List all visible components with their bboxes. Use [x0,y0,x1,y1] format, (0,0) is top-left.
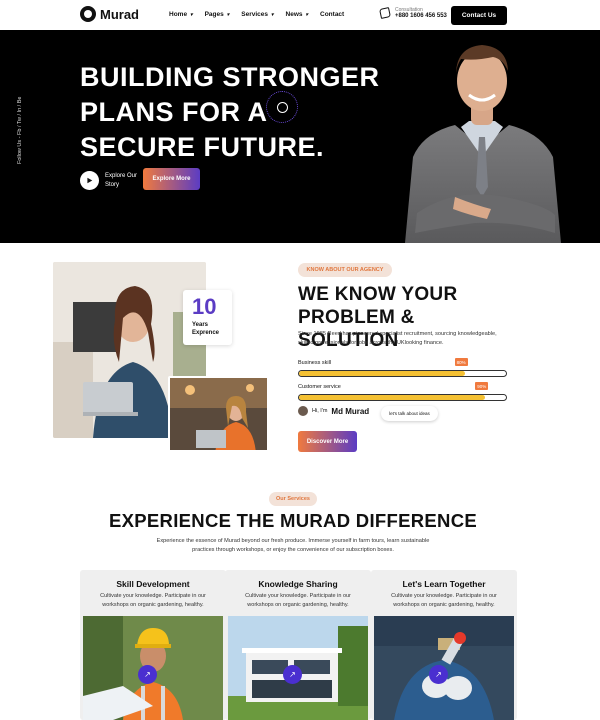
menu-item-services[interactable]: Services ▾ [241,11,273,18]
chevron-down-icon: ▾ [305,11,309,18]
about-section-tag: KNOW ABOUT OUR AGENCY [298,263,392,277]
main-menu: Home ▾ Pages ▾ Services ▾ News ▾ Contact [169,11,344,18]
play-icon[interactable] [80,171,99,190]
phone-icon [379,7,391,19]
top-navbar: Murad Home ▾ Pages ▾ Services ▾ News ▾ Conta… [0,0,600,30]
years-label: Years Exprence [192,322,220,336]
card-title: Skill Development [116,579,190,589]
years-number: 10 [192,294,217,319]
about-description: Since 1985 Reed has pioneered specialist… [298,331,497,346]
card-description: Cultivate your knowledge. Participate in… [100,593,206,608]
skill-business: Business skill 80% [298,358,507,377]
avatar [298,406,308,416]
discover-more-button[interactable]: Discover More [298,431,357,452]
skill-progress-bar: 90% [298,382,507,401]
service-card-learn-together[interactable]: Let's Learn Together Cultivate your know… [371,570,517,720]
skill-percent-badge: 90% [475,382,489,390]
arrow-up-right-icon[interactable]: ↗ [283,665,302,684]
card-description: Cultivate your knowledge. Participate in… [391,593,497,608]
woman-tablet-image [168,376,269,452]
skill-progress-bar: 80% [298,358,507,377]
arrow-up-right-icon[interactable]: ↗ [138,665,157,684]
explore-story-label: Explore Our Story [105,172,138,188]
menu-item-contact[interactable]: Contact [320,11,344,18]
consultation-phone: +880 1606 456 553 [395,13,447,19]
logo[interactable]: Murad [80,6,139,22]
hero-title: BUILDING STRONGER PLANS FOR A SECURE FUT… [80,62,380,162]
skill-progress-fill [299,371,465,376]
social-follow-links[interactable]: Follow Us - Fb / Tw / In / Be [17,44,23,164]
hero-section: Follow Us - Fb / Tw / In / Be BUILDING S… [0,30,600,243]
logo-text: Murad [100,6,139,22]
menu-item-home[interactable]: Home ▾ [169,11,193,18]
author-name: Md Murad [331,406,370,416]
hero-businessman-image [405,45,561,243]
skill-progress-fill [299,395,486,400]
skill-percent-badge: 80% [454,358,468,366]
author-intro: Hi, I'm Md Murad [298,406,369,416]
consultation-info[interactable]: Consultation +880 1606 456 553 [379,7,447,19]
service-card-skill-development[interactable]: Skill Development Cultivate your knowled… [80,570,226,720]
chevron-down-icon: ▾ [271,11,274,18]
menu-item-news[interactable]: News ▾ [286,11,309,18]
services-tag: Our Services [269,492,317,506]
logo-icon [80,6,96,22]
arrow-up-right-icon[interactable]: ↗ [429,665,448,684]
card-title: Let's Learn Together [402,579,486,589]
explore-story-video[interactable]: Explore Our Story [80,171,145,190]
service-card-knowledge-sharing[interactable]: Knowledge Sharing Cultivate your knowled… [225,570,371,720]
talk-about-ideas-pill[interactable]: let's talk about ideas [381,406,438,421]
explore-more-button[interactable]: Explore More [143,168,200,190]
contact-us-button[interactable]: Contact Us [451,6,507,25]
rotating-badge-icon [266,91,298,123]
chevron-down-icon: ▾ [190,11,193,18]
card-title: Knowledge Sharing [258,579,338,589]
services-description: Experience the essence of Murad beyond o… [156,538,430,553]
menu-item-pages[interactable]: Pages ▾ [205,11,230,18]
card-description: Cultivate your knowledge. Participate in… [245,593,351,608]
services-title: EXPERIENCE THE MURAD DIFFERENCE [108,510,478,531]
experience-years-card: 10 Years Exprence [183,290,232,345]
hi-text: Hi, I'm [312,408,328,414]
skill-label: Business skill [298,360,332,366]
chevron-down-icon: ▾ [226,11,230,18]
skill-customer-service: Customer service 90% [298,382,507,401]
